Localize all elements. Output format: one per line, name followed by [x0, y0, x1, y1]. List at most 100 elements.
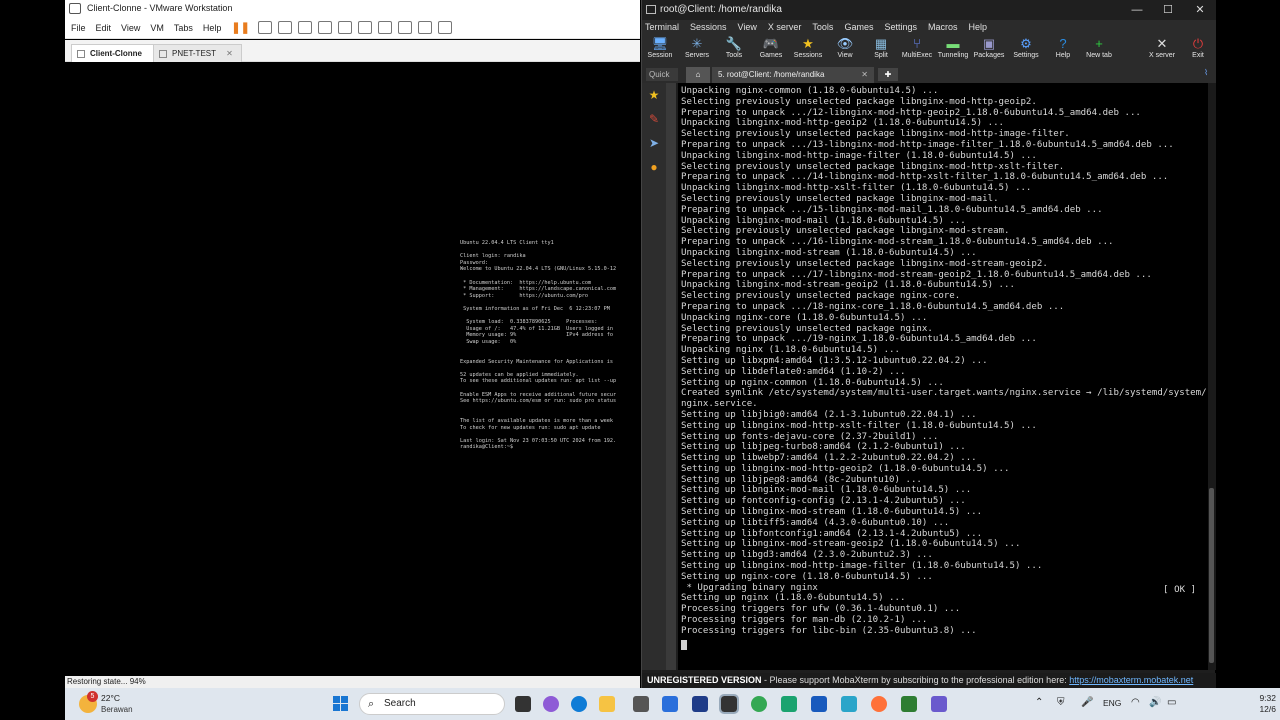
- split-icon: ▦: [874, 36, 888, 51]
- close-icon[interactable]: ✕: [226, 49, 233, 58]
- firefox-icon[interactable]: [871, 696, 887, 712]
- app2-icon[interactable]: [931, 696, 947, 712]
- macro-icon[interactable]: ●: [646, 159, 662, 175]
- menu-view[interactable]: View: [121, 23, 140, 33]
- toolbar-help-button[interactable]: ? Help: [1043, 36, 1083, 59]
- terminal-line: Setting up libxpm4:amd64 (1:3.5.12-1ubun…: [681, 355, 988, 366]
- minimize-icon[interactable]: —: [1122, 0, 1152, 20]
- menu-vm[interactable]: VM: [150, 23, 164, 33]
- menu-settings[interactable]: Settings: [884, 20, 917, 34]
- file-explorer-icon[interactable]: [599, 696, 615, 712]
- menu-x-server[interactable]: X server: [768, 20, 802, 34]
- quick-connect-input[interactable]: Quick: [646, 68, 678, 81]
- chevron-up-icon[interactable]: ⌃: [1035, 697, 1043, 708]
- notepad-icon[interactable]: [781, 696, 797, 712]
- volume-icon[interactable]: 🔊: [1149, 697, 1161, 708]
- send-keys-icon[interactable]: [257, 21, 272, 34]
- close-icon[interactable]: ✕: [861, 67, 868, 83]
- console-view-icon[interactable]: [417, 21, 432, 34]
- toolbar-x-server-button[interactable]: ✕ X server: [1142, 36, 1182, 59]
- games-icon: 🎮: [762, 36, 780, 51]
- home-tab-icon[interactable]: ⌂: [686, 67, 710, 83]
- task-view-icon[interactable]: [515, 696, 531, 712]
- edge-icon[interactable]: [571, 696, 587, 712]
- menu-tools[interactable]: Tools: [812, 20, 833, 34]
- toolbar-sessions-button[interactable]: ★ Sessions: [788, 36, 828, 59]
- clock[interactable]: 9:32 12/6: [1240, 693, 1276, 715]
- menu-help[interactable]: Help: [969, 20, 988, 34]
- subscribe-link[interactable]: https://mobaxterm.mobatek.net: [1069, 675, 1193, 685]
- library-icon[interactable]: [337, 21, 352, 34]
- view-icon: 👁: [836, 36, 854, 51]
- new-tab-plus-icon[interactable]: ✚: [878, 68, 898, 81]
- session-tab[interactable]: 5. root@Client: /home/randika ✕: [712, 67, 874, 83]
- snapshot-icon[interactable]: [277, 21, 292, 34]
- menu-edit[interactable]: Edit: [96, 23, 112, 33]
- menu-file[interactable]: File: [71, 23, 86, 33]
- session-tab-label: 5. root@Client: /home/randika: [718, 70, 825, 79]
- terminal-area[interactable]: Unpacking nginx-common (1.18.0-6ubuntu14…: [678, 83, 1208, 670]
- toolbar-packages-button[interactable]: ▣ Packages: [969, 36, 1009, 59]
- maximize-icon[interactable]: ☐: [1153, 0, 1183, 20]
- taskbar-search[interactable]: ⌕ Search: [359, 693, 505, 715]
- toolbar-tools-button[interactable]: 🔧 Tools: [714, 36, 754, 59]
- pause-icon[interactable]: ❚❚: [231, 21, 249, 34]
- fullscreen-icon[interactable]: [377, 21, 392, 34]
- tab-pnet-test[interactable]: PNET-TEST ✕: [153, 44, 242, 62]
- security-icon[interactable]: ⛨: [1057, 697, 1065, 708]
- start-button[interactable]: [333, 696, 349, 712]
- x-server-icon: ✕: [1156, 36, 1168, 51]
- toolbar-tunneling-button[interactable]: ▬ Tunneling: [933, 36, 973, 59]
- menu-terminal[interactable]: Terminal: [645, 20, 679, 34]
- tools-icon[interactable]: ✎: [646, 111, 662, 127]
- toolbar-settings-button[interactable]: ⚙ Settings: [1006, 36, 1046, 59]
- mobaxterm-taskbar-icon[interactable]: [901, 696, 917, 712]
- toolbar-exit-button[interactable]: ⏻ Exit: [1178, 36, 1218, 59]
- copilot-icon[interactable]: [543, 696, 559, 712]
- toolbar-multiexec-button[interactable]: ⑂ MultiExec: [897, 36, 937, 59]
- terminal-line: Setting up libtiff5:amd64 (4.3.0-6ubuntu…: [681, 517, 950, 528]
- menu-games[interactable]: Games: [844, 20, 873, 34]
- stretch-icon[interactable]: [437, 21, 452, 34]
- menu-view[interactable]: View: [738, 20, 757, 34]
- menu-sessions[interactable]: Sessions: [690, 20, 727, 34]
- terminal-line: Setting up libjbig0:amd64 (2.1-3.1ubuntu…: [681, 409, 977, 420]
- menu-tabs[interactable]: Tabs: [174, 23, 193, 33]
- word-icon[interactable]: [811, 696, 827, 712]
- vs-code-icon[interactable]: [692, 696, 708, 712]
- menu-macros[interactable]: Macros: [928, 20, 958, 34]
- vmware-taskbar-icon[interactable]: [719, 694, 739, 714]
- microphone-icon[interactable]: 🎤: [1081, 697, 1093, 708]
- toolbar-label: MultiExec: [901, 52, 933, 59]
- thumbnail-icon[interactable]: [357, 21, 372, 34]
- toolbar-games-button[interactable]: 🎮 Games: [751, 36, 791, 59]
- app-icon[interactable]: [633, 696, 649, 712]
- close-icon[interactable]: ✕: [1185, 0, 1215, 20]
- vmware-title: Client-Clonne - VMware Workstation: [87, 3, 233, 13]
- wifi-icon[interactable]: ◠: [1131, 697, 1140, 708]
- toolbar-split-button[interactable]: ▦ Split: [861, 36, 901, 59]
- toolbar-servers-button[interactable]: ✳ Servers: [677, 36, 717, 59]
- weather-widget[interactable]: 5 22°C Berawan: [79, 691, 159, 717]
- toolbar-view-button[interactable]: 👁 View: [825, 36, 865, 59]
- star-icon[interactable]: ★: [646, 87, 662, 103]
- battery-icon[interactable]: ▭: [1167, 697, 1176, 708]
- terminal-scrollbar[interactable]: [1208, 83, 1216, 670]
- snipping-icon[interactable]: [841, 696, 857, 712]
- unregistered-label: UNREGISTERED VERSION: [647, 675, 762, 685]
- vmware-tab-bar: Client-Clonne ✕ PNET-TEST ✕: [65, 40, 640, 62]
- snapshot-manager-icon[interactable]: [317, 21, 332, 34]
- send-icon[interactable]: ➤: [646, 135, 662, 151]
- mobaxterm-window: root@Client: /home/randika — ☐ ✕ Termina…: [640, 0, 1218, 688]
- revert-snapshot-icon[interactable]: [297, 21, 312, 34]
- menu-help[interactable]: Help: [203, 23, 222, 33]
- language-indicator[interactable]: ENG: [1103, 698, 1121, 708]
- scroll-thumb[interactable]: [1209, 488, 1214, 663]
- vm-screen[interactable]: Ubuntu 22.04.4 LTS Client tty1 Client lo…: [65, 62, 640, 676]
- toolbar-new-tab-button[interactable]: + New tab: [1079, 36, 1119, 59]
- toolbar-session-button[interactable]: 🖥 Session: [640, 36, 680, 59]
- unity-icon[interactable]: [397, 21, 412, 34]
- chrome-icon[interactable]: [751, 696, 767, 712]
- attach-icon[interactable]: ⌇: [1204, 68, 1208, 77]
- store-icon[interactable]: [662, 696, 678, 712]
